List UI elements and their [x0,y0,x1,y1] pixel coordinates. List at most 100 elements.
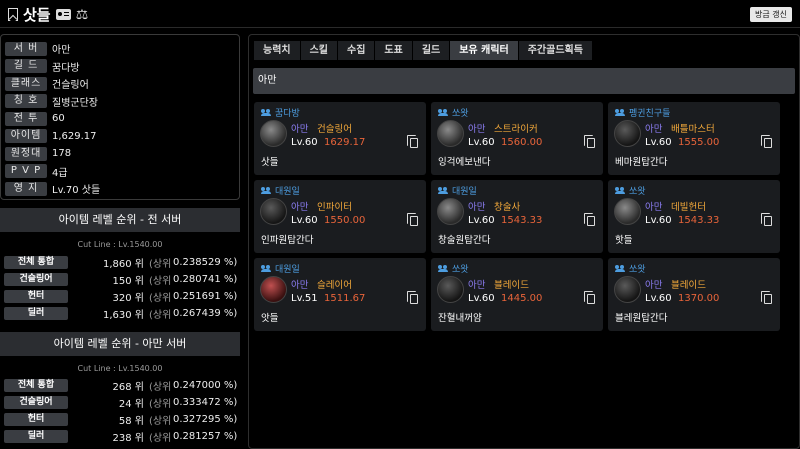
profile-value: 4급 [52,167,68,179]
copy-icon[interactable] [407,291,418,304]
guild-tag: 대원일 [438,184,477,197]
guild-members-icon [261,187,272,194]
tab-4[interactable]: 도표 [375,41,413,60]
tab-5[interactable]: 길드 [412,41,451,60]
guild-name: 꿈다방 [275,109,300,119]
character-server: 아만 [468,280,486,291]
character-card[interactable]: 꿈다방 아만 건슬링어 Lv.60 1629.17 삿들 [254,102,426,175]
rank-category: 건슬링어 [4,395,68,409]
character-card[interactable]: 쏘왓 아만 스트라이커 Lv.60 1560.00 잉걱에보낸다 [431,102,603,175]
guild-name: 펭귄친구들 [629,109,671,119]
profile-label: 길 드 [5,59,47,74]
id-card-icon[interactable] [55,9,71,20]
character-server: 아만 [291,202,309,213]
character-card[interactable]: 쏘왓 아만 블레이드 Lv.60 1370.00 블레원탑간다 [608,258,780,331]
copy-icon[interactable] [407,135,418,148]
rank-position: 58 위 [118,415,144,427]
refresh-button[interactable]: 방금 갱신 [750,7,792,22]
rank-percentile-label: (상위 [149,292,172,304]
guild-members-icon [438,187,449,194]
copy-icon[interactable] [584,213,595,226]
scale-icon[interactable]: ⚖ [76,8,89,22]
tab-6[interactable]: 보유 캐릭터 [450,41,519,60]
character-name: 잉걱에보낸다 [438,157,491,168]
character-item-level: 1543.33 [501,215,543,226]
tab-7[interactable]: 주간골드획득 [518,41,593,60]
character-card[interactable]: 쏘왓 아만 블레이드 Lv.60 1445.00 잔혈내꺼얌 [431,258,603,331]
character-avatar [437,276,464,303]
profile-label: 서 버 [5,41,47,56]
character-server: 아만 [468,124,486,135]
character-avatar [260,276,287,303]
character-item-level: 1550.00 [324,215,366,226]
tab-2[interactable]: 스킬 [300,41,339,60]
rank-row: 헌터 320 위 (상위 0.251691 %) [4,288,240,304]
profile-value: 60 [52,113,65,125]
profile-value: 아만 [52,45,71,57]
profile-value: 178 [52,148,72,160]
rank-row: 건슬링어 150 위 (상위 0.280741 %) [4,271,240,287]
character-card[interactable]: 대원일 아만 창술사 Lv.60 1543.33 창술원탑간다 [431,180,603,253]
guild-name: 쏘왓 [452,265,469,275]
character-server: 아만 [645,124,663,135]
guild-tag: 쏘왓 [438,262,469,275]
server-group-header: 아만 [253,68,795,94]
bookmark-icon[interactable] [8,8,18,21]
character-server: 아만 [645,202,663,213]
rank-percentile: 0.267439 %) [173,307,238,319]
rank-row: 건슬링어 24 위 (상위 0.333472 %) [4,394,240,410]
character-level: Lv.60 [468,293,495,304]
copy-icon[interactable] [761,291,772,304]
character-class: 슬레이어 [317,280,352,291]
character-card[interactable]: 대원일 아만 슬레이어 Lv.51 1511.67 앗들 [254,258,426,331]
copy-icon[interactable] [761,213,772,226]
rank-percentile: 0.251691 %) [173,290,238,302]
profile-label: 칭 호 [5,94,47,109]
character-item-level: 1511.67 [324,293,366,304]
rank-percentile-label: (상위 [149,309,172,321]
guild-name: 대원일 [452,187,477,197]
tab-3[interactable]: 수집 [338,41,376,60]
rank-category: 건슬링어 [4,272,68,286]
rank-percentile-label: (상위 [149,275,172,287]
rank-percentile: 0.327295 %) [173,413,238,425]
character-item-level: 1543.33 [678,215,720,226]
profile-row: 아이템 1,629.17 [5,128,235,146]
character-item-level: 1629.17 [324,137,366,148]
profile-row: 길 드 꿈다방 [5,58,235,76]
profile-value: Lv.70 삿들 [52,185,101,197]
copy-icon[interactable] [584,135,595,148]
guild-name: 쏘왓 [629,187,646,197]
copy-icon[interactable] [584,291,595,304]
rank-server-cutline: Cut Line : Lv.1540.00 [77,364,163,373]
profile-label: P V P [5,164,47,179]
character-level: Lv.60 [645,293,672,304]
character-name: 핫들 [615,235,633,246]
rank-percentile-label: (상위 [149,432,172,444]
rank-row: 헌터 58 위 (상위 0.327295 %) [4,411,240,427]
character-card[interactable]: 대원일 아만 인파이터 Lv.60 1550.00 인파원탑간다 [254,180,426,253]
profile-card: 서 버 아만 길 드 꿈다방 클래스 건슬링어 칭 호 질병군단장 전 투 60 아이템 1,629.… [0,34,240,200]
character-class: 블레이드 [671,280,706,291]
profile-row: P V P 4급 [5,163,235,181]
profile-label: 클래스 [5,76,47,91]
rank-position: 320 위 [112,292,144,304]
character-class: 데빌헌터 [671,202,706,213]
tab-1[interactable]: 능력치 [254,41,301,60]
profile-row: 원정대 178 [5,145,235,163]
character-avatar [260,198,287,225]
rank-percentile-label: (상위 [149,381,172,393]
rank-position: 238 위 [112,432,144,444]
rank-category: 전체 통합 [4,378,68,392]
copy-icon[interactable] [761,135,772,148]
copy-icon[interactable] [407,213,418,226]
profile-value: 건슬링어 [52,80,89,92]
guild-name: 쏘왓 [452,109,469,119]
character-name: 창술원탑간다 [438,235,491,246]
guild-tag: 쏘왓 [615,262,646,275]
profile-value: 꿈다방 [52,62,80,74]
character-name: 잔혈내꺼얌 [438,313,482,324]
character-name: 삿들 [261,157,279,168]
character-card[interactable]: 쏘왓 아만 데빌헌터 Lv.60 1543.33 핫들 [608,180,780,253]
character-card[interactable]: 펭귄친구들 아만 배틀마스터 Lv.60 1555.00 베마원탑간다 [608,102,780,175]
